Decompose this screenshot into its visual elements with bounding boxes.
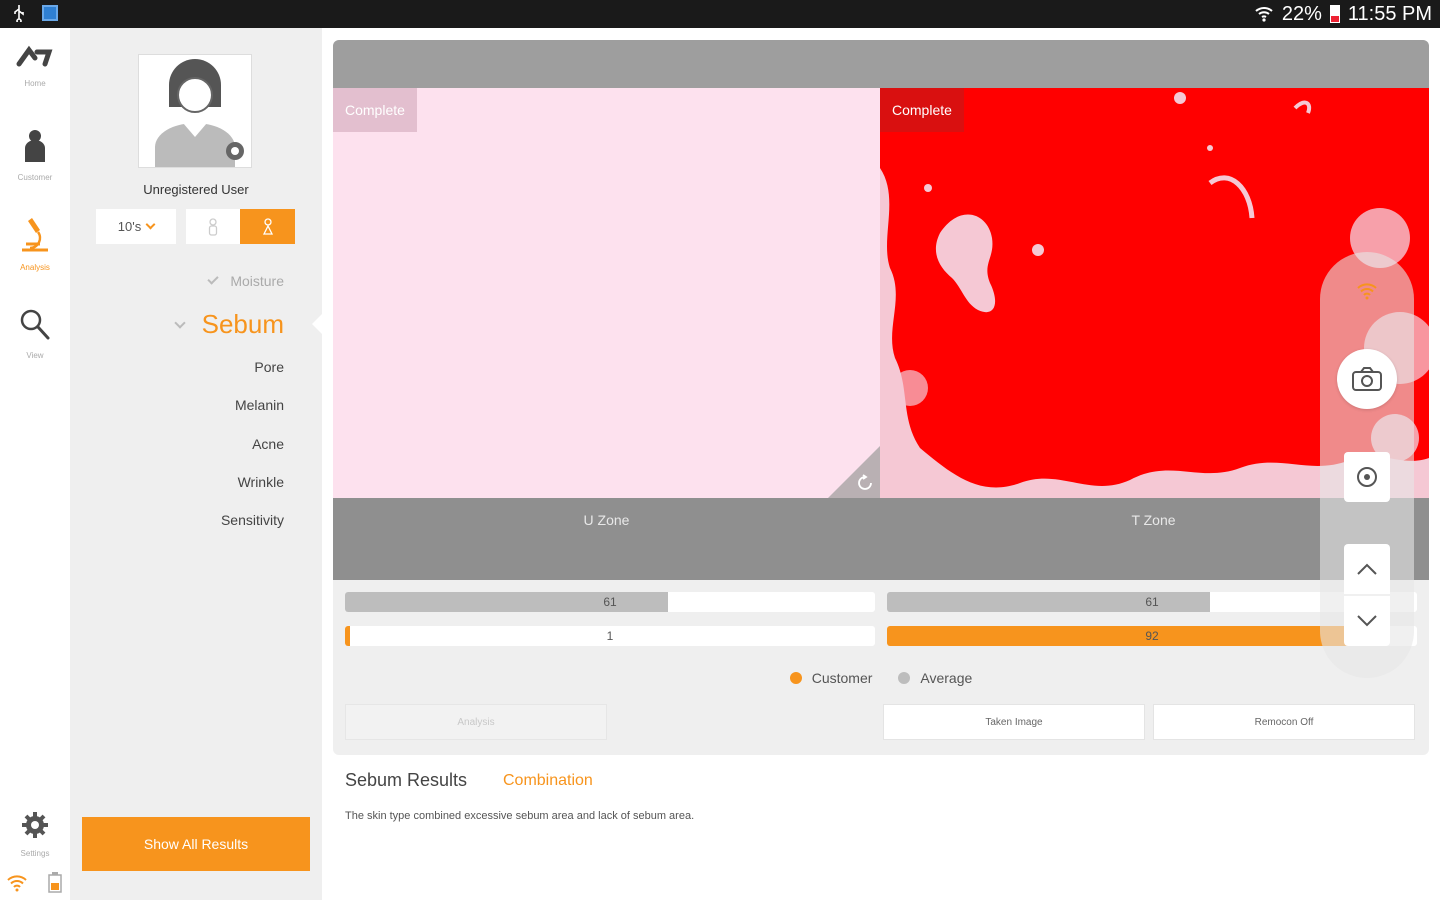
chevron-down-icon bbox=[145, 219, 156, 230]
battery-level: 22% bbox=[1281, 2, 1322, 25]
male-icon bbox=[208, 217, 218, 236]
wifi-signal-icon bbox=[1357, 283, 1377, 300]
results-title: Sebum Results bbox=[345, 770, 468, 790]
person-icon bbox=[25, 130, 45, 162]
wifi-icon bbox=[1255, 7, 1273, 22]
zone-label-bar: U Zone T Zone bbox=[333, 498, 1429, 580]
u-zone-image[interactable]: Complete bbox=[333, 88, 880, 498]
menu-item-wrinkle[interactable]: Wrinkle bbox=[238, 474, 284, 490]
chevron-up-icon bbox=[1357, 563, 1377, 575]
notification-icon bbox=[42, 5, 58, 21]
chevron-down-icon bbox=[173, 317, 186, 329]
results-skin-type: Combination bbox=[503, 772, 593, 789]
legend-customer: Customer bbox=[789, 670, 872, 686]
legend-average: Average bbox=[898, 670, 972, 686]
chevron-down-icon bbox=[1357, 615, 1377, 627]
user-name: Unregistered User bbox=[143, 182, 249, 197]
gear-icon bbox=[22, 812, 48, 838]
average-dot-icon bbox=[898, 672, 911, 684]
camera-icon bbox=[1352, 367, 1382, 391]
edit-photo-icon[interactable] bbox=[225, 141, 245, 161]
bar-legend: Customer Average bbox=[333, 670, 1429, 686]
nav-analysis[interactable]: Analysis bbox=[0, 216, 70, 272]
remocon-off-button[interactable]: Remocon Off bbox=[1153, 704, 1415, 740]
device-battery-icon bbox=[48, 872, 62, 893]
microscope-icon bbox=[22, 218, 48, 252]
show-all-results-button[interactable]: Show All Results bbox=[82, 817, 310, 871]
nav-view[interactable]: View bbox=[0, 308, 70, 360]
t-zone-status-badge: Complete bbox=[880, 88, 964, 132]
analysis-side-panel: Unregistered User 10's Moisture Sebum Po… bbox=[70, 28, 322, 900]
nav-customer[interactable]: Customer bbox=[0, 128, 70, 182]
nav-settings[interactable]: Settings bbox=[0, 810, 70, 858]
menu-item-melanin[interactable]: Melanin bbox=[235, 397, 284, 413]
female-icon bbox=[262, 217, 273, 235]
analysis-card: Complete Complete U Zone T Zone 61 1 61 … bbox=[333, 40, 1429, 755]
u-zone-customer-bar: 1 bbox=[345, 626, 875, 646]
card-header bbox=[333, 40, 1429, 88]
menu-item-acne[interactable]: Acne bbox=[252, 436, 284, 452]
battery-icon bbox=[1329, 5, 1340, 23]
u-zone-label: U Zone bbox=[583, 512, 630, 528]
avatar[interactable] bbox=[138, 54, 252, 168]
customer-dot-icon bbox=[789, 672, 802, 684]
camera-control-panel bbox=[1320, 252, 1414, 678]
usb-icon bbox=[14, 5, 24, 22]
nav-home[interactable]: Home bbox=[0, 44, 70, 88]
capture-button[interactable] bbox=[1337, 349, 1397, 409]
main-content: Complete Complete U Zone T Zone 61 1 61 … bbox=[322, 28, 1440, 900]
gender-female-button[interactable] bbox=[240, 209, 295, 244]
home-icon bbox=[16, 45, 53, 67]
menu-item-sebum[interactable]: Sebum bbox=[173, 309, 284, 340]
u-zone-status-badge: Complete bbox=[333, 88, 417, 132]
age-select[interactable]: 10's bbox=[96, 209, 176, 244]
menu-item-pore[interactable]: Pore bbox=[254, 359, 284, 375]
status-bar: 22% 11:55 PM bbox=[0, 0, 1440, 28]
focus-button[interactable] bbox=[1344, 452, 1390, 502]
rotate-icon[interactable] bbox=[856, 474, 874, 492]
menu-item-sensitivity[interactable]: Sensitivity bbox=[221, 512, 284, 528]
search-icon bbox=[20, 309, 50, 340]
target-icon bbox=[1357, 467, 1377, 487]
scroll-up-button[interactable] bbox=[1344, 544, 1390, 594]
clock: 11:55 PM bbox=[1347, 2, 1432, 25]
gender-male-button[interactable] bbox=[186, 209, 240, 244]
wifi-status-icon bbox=[7, 875, 27, 892]
menu-item-moisture[interactable]: Moisture bbox=[207, 273, 284, 289]
check-icon bbox=[207, 273, 219, 285]
take-image-button[interactable]: Taken Image bbox=[883, 704, 1145, 740]
selection-pointer bbox=[312, 314, 322, 334]
scroll-down-button[interactable] bbox=[1344, 596, 1390, 646]
u-zone-average-bar: 61 bbox=[345, 592, 875, 612]
results-description: The skin type combined excessive sebum a… bbox=[345, 810, 695, 822]
nav-rail: Home Customer Analysis View Settings bbox=[0, 28, 70, 900]
analysis-button[interactable]: Analysis bbox=[345, 704, 607, 740]
